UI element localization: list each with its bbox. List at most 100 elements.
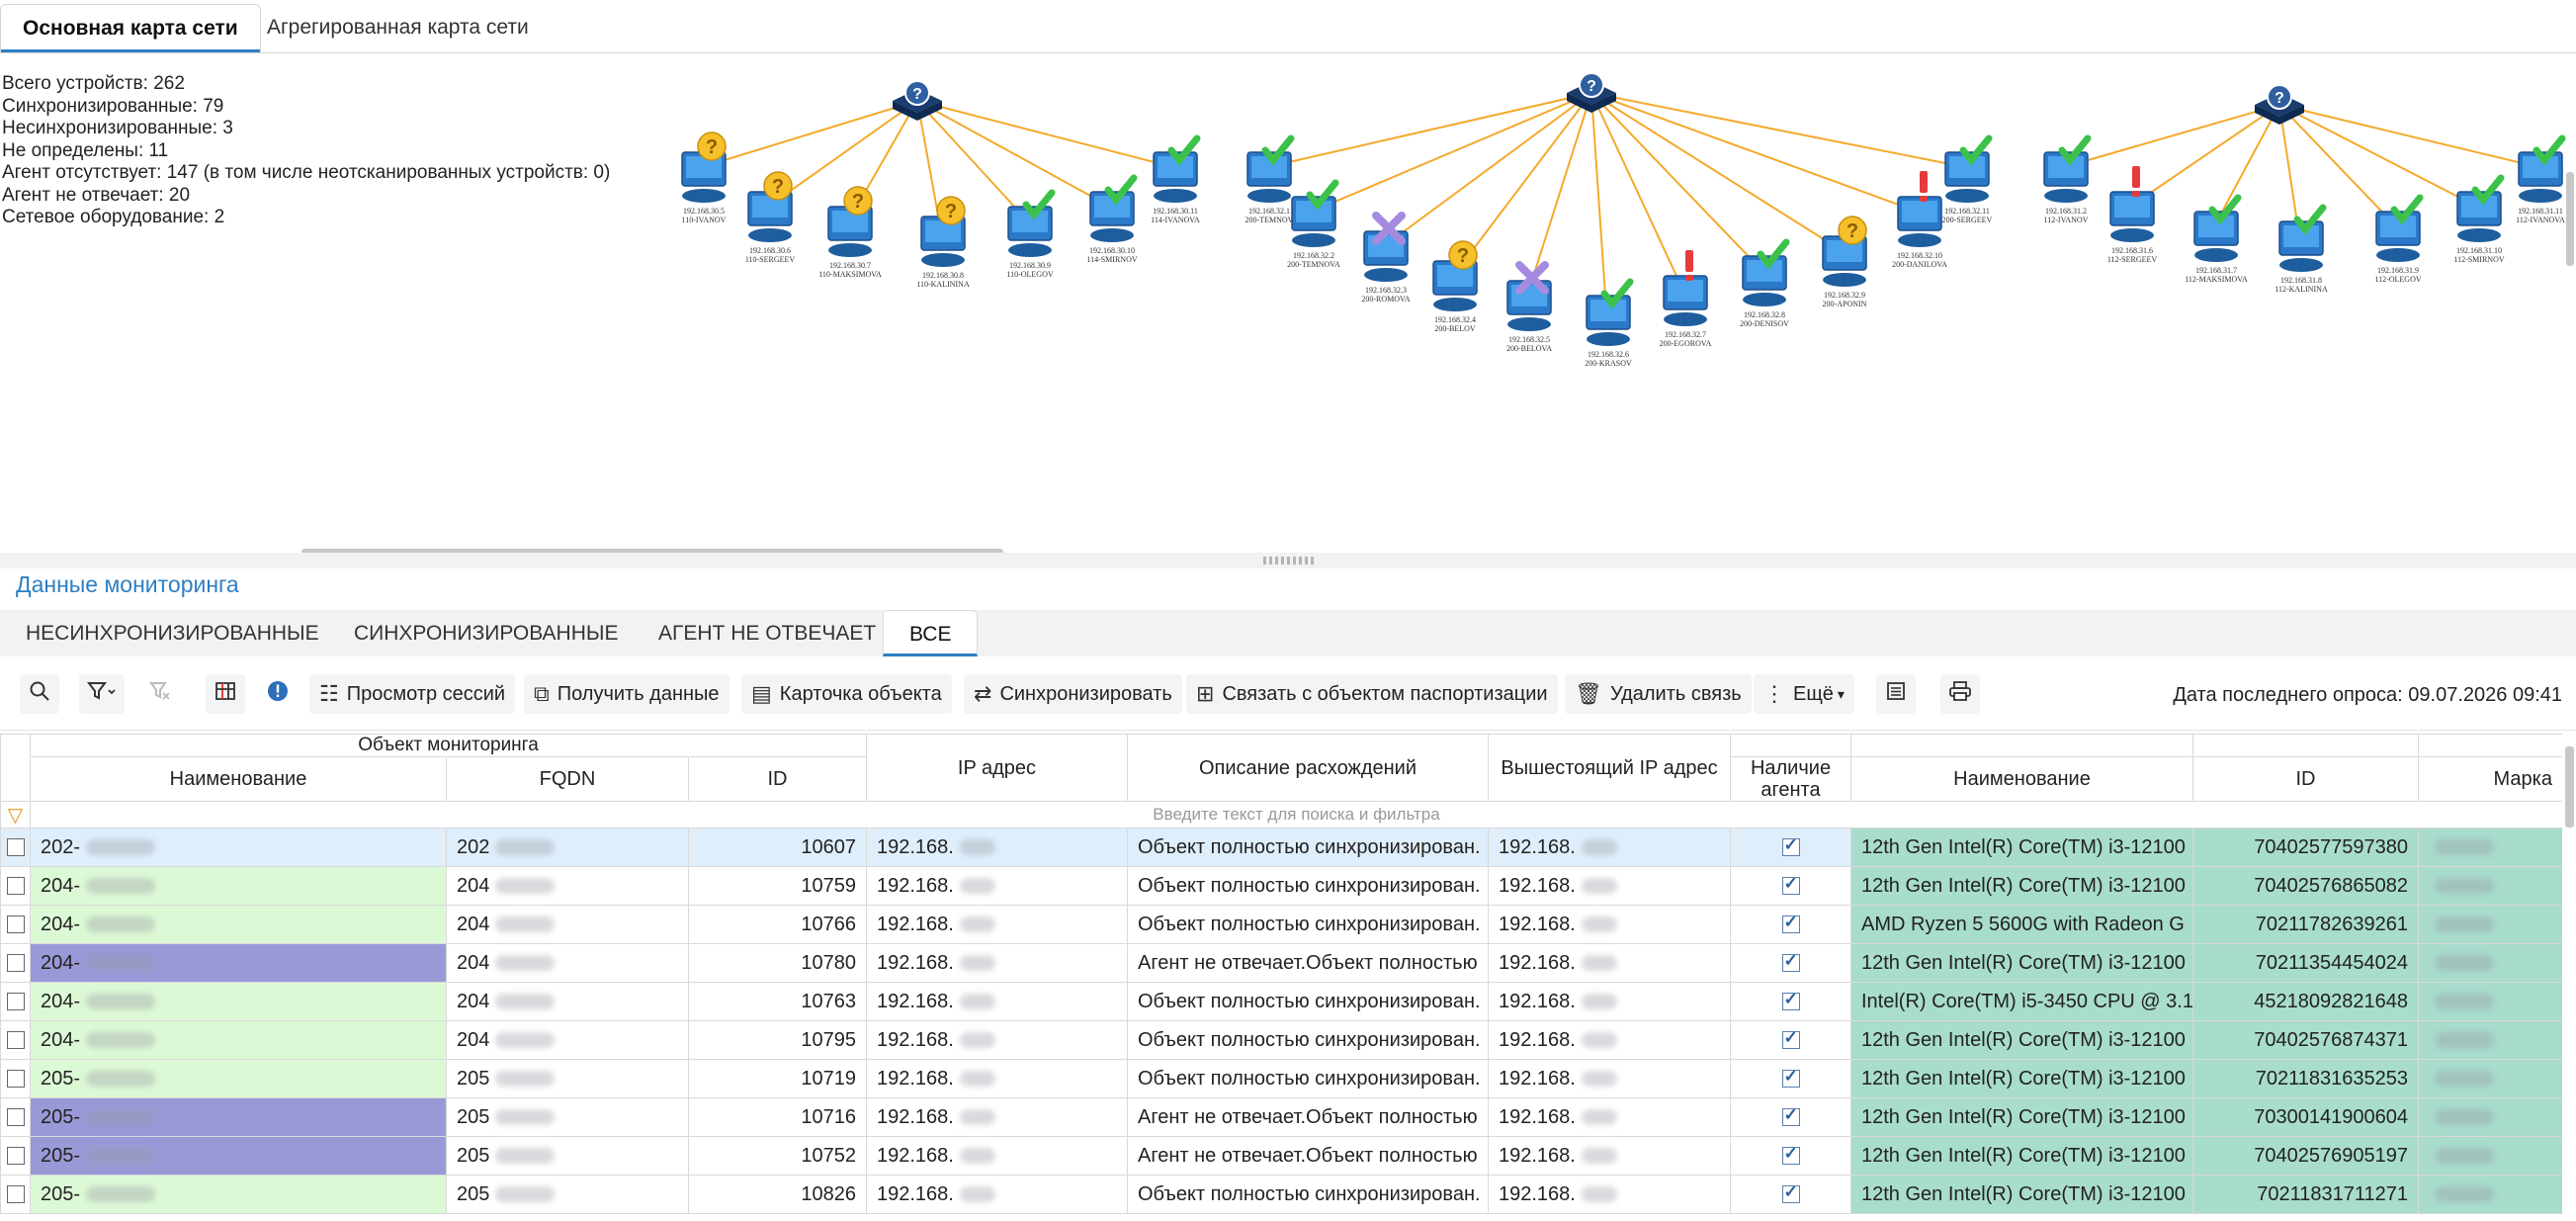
column-header-cpu-name[interactable]: Наименование — [1850, 756, 2193, 802]
node-ip-label: 192.168.32.3 — [1365, 286, 1407, 295]
computer-node[interactable]: 192.168.31.7112-MAKSIMOVA — [2185, 194, 2248, 284]
tab-all[interactable]: ВСЕ — [883, 610, 979, 656]
row-checkbox[interactable] — [6, 1070, 25, 1089]
computer-node[interactable]: ? 192.168.32.4200-BELOV — [1432, 240, 1478, 333]
table-row[interactable]: 205- 205 10752 192.168. Агент не отвечает.Об… — [0, 1136, 2562, 1176]
cell-brand — [2418, 828, 2562, 867]
computer-node[interactable]: ? 192.168.30.5110-IVANOV — [681, 131, 727, 224]
computer-node[interactable]: 192.168.31.10112-SMIRNOV — [2453, 174, 2505, 264]
computer-node[interactable]: 192.168.30.11114-IVANOVA — [1151, 134, 1201, 224]
column-header-upstream-ip[interactable]: Вышестоящий IP адрес — [1488, 756, 1731, 802]
row-checkbox[interactable] — [6, 1185, 25, 1204]
computer-node[interactable]: 192.168.31.2112-IVANOV — [2043, 134, 2092, 224]
computer-node[interactable]: 192.168.32.11200-SERGEEV — [1942, 134, 1993, 224]
table-row[interactable]: 204- 204 10759 192.168. Объект полностью син… — [0, 866, 2562, 906]
row-checkbox-cell[interactable] — [0, 1020, 31, 1060]
row-checkbox[interactable] — [6, 993, 25, 1011]
table-row[interactable]: 205- 205 10716 192.168. Агент не отвечает.Об… — [0, 1097, 2562, 1137]
cell-id: 10826 — [688, 1175, 867, 1214]
filter-row-icon: ▽ — [0, 801, 31, 829]
computer-node[interactable]: ? 192.168.30.6110-SERGEEV — [745, 171, 796, 264]
synchronize-button[interactable]: ⇄ Синхронизировать — [964, 674, 1182, 714]
computer-node[interactable]: 192.168.31.11112-IVANOVA — [2516, 134, 2566, 224]
computer-node[interactable]: 192.168.32.10200-DANILOVA — [1892, 171, 1947, 269]
tab-aggregated-network-map[interactable]: Агрегированная карта сети — [245, 4, 551, 53]
cell-agent — [1730, 943, 1851, 983]
row-checkbox[interactable] — [6, 838, 25, 857]
cell-fqdn: 204 — [446, 1020, 689, 1060]
list-view-button[interactable] — [1876, 674, 1916, 714]
column-header-brand[interactable]: Марка — [2418, 756, 2562, 802]
tab-main-network-map[interactable]: Основная карта сети — [0, 4, 261, 53]
row-checkbox-cell[interactable] — [0, 982, 31, 1021]
computer-node[interactable]: 192.168.32.6200-KRASOV — [1585, 278, 1634, 368]
table-row[interactable]: 204- 204 10763 192.168. Объект полностью син… — [0, 982, 2562, 1021]
row-checkbox[interactable] — [6, 1147, 25, 1166]
column-header-name[interactable]: Наименование — [30, 756, 447, 802]
row-checkbox[interactable] — [6, 1031, 25, 1050]
row-checkbox-cell[interactable] — [0, 1175, 31, 1214]
computer-node[interactable]: ? 192.168.30.8110-KALININA — [916, 196, 970, 289]
column-header-ip[interactable]: IP адрес — [866, 756, 1128, 802]
computer-node[interactable]: 192.168.31.6112-SERGEEV — [2107, 166, 2158, 264]
row-checkbox-cell[interactable] — [0, 905, 31, 944]
clear-filter-button[interactable] — [140, 674, 180, 714]
object-card-button[interactable]: ▤ Карточка объекта — [741, 674, 952, 714]
row-checkbox[interactable] — [6, 916, 25, 934]
link-object-button[interactable]: ⊞ Связать с объектом паспортизации — [1186, 674, 1558, 714]
column-header-agent[interactable]: Наличие агента — [1730, 756, 1851, 802]
row-checkbox-cell[interactable] — [0, 1136, 31, 1176]
info-button[interactable] — [258, 674, 298, 714]
column-header-fqdn[interactable]: FQDN — [446, 756, 689, 802]
computer-node[interactable]: 192.168.30.10114-SMIRNOV — [1086, 174, 1138, 264]
table-row[interactable]: 205- 205 10826 192.168. Объект полностью син… — [0, 1175, 2562, 1214]
row-checkbox-cell[interactable] — [0, 1097, 31, 1137]
node-ip-label: 192.168.32.11 — [1944, 207, 1990, 216]
cell-discrepancy: Агент не отвечает.Объект полностью — [1127, 1136, 1489, 1176]
print-button[interactable] — [1940, 674, 1980, 714]
row-checkbox-cell[interactable] — [0, 828, 31, 867]
filter-button[interactable] — [79, 674, 125, 714]
computer-node[interactable]: ? 192.168.30.7110-MAKSIMOVA — [818, 186, 882, 279]
computer-node[interactable]: 192.168.31.8112-KALININA — [2275, 204, 2328, 294]
remove-link-button[interactable]: 🗑 Удалить связь — [1565, 674, 1752, 714]
row-checkbox[interactable] — [6, 1108, 25, 1127]
row-checkbox[interactable] — [6, 954, 25, 973]
column-header-discrepancy[interactable]: Описание расхождений — [1127, 756, 1489, 802]
node-ip-label: 192.168.32.7 — [1665, 330, 1706, 339]
table-row[interactable]: 204- 204 10795 192.168. Объект полностью син… — [0, 1020, 2562, 1060]
filter-input[interactable]: Введите текст для поиска и фильтра — [30, 801, 2562, 829]
tab-synced[interactable]: СИНХРОНИЗИРОВАННЫЕ — [328, 610, 644, 656]
agent-checkbox — [1781, 1144, 1800, 1166]
column-header-cpu-id[interactable]: ID — [2192, 756, 2419, 802]
column-header-id[interactable]: ID — [688, 756, 867, 802]
computer-node[interactable]: 192.168.32.5200-BELOVA — [1506, 261, 1552, 353]
computer-node[interactable]: 192.168.32.3200-ROMOVA — [1361, 212, 1411, 304]
panel-splitter[interactable] — [0, 553, 2576, 568]
computer-node[interactable]: 192.168.32.7200-EGOROVA — [1660, 250, 1712, 348]
node-ip-label: 192.168.30.8 — [922, 271, 964, 280]
tab-agent-not-responding[interactable]: АГЕНТ НЕ ОТВЕЧАЕТ — [633, 610, 902, 656]
computer-node[interactable]: ? 192.168.32.9200-APONIN — [1822, 216, 1867, 308]
computer-node[interactable]: 192.168.32.2200-TEMNOVA — [1287, 179, 1340, 269]
tab-unsynced[interactable]: НЕСИНХРОНИЗИРОВАННЫЕ — [0, 610, 345, 656]
switch-node[interactable]: ? — [893, 80, 942, 121]
row-checkbox-cell[interactable] — [0, 943, 31, 983]
table-row[interactable]: 202- 202 10607 192.168. Объект полностью син… — [0, 828, 2562, 867]
table-row[interactable]: 204- 204 10780 192.168. Агент не отвечает.Об… — [0, 943, 2562, 983]
search-button[interactable] — [20, 674, 59, 714]
computer-node[interactable]: 192.168.32.1200-TEMNOV — [1245, 134, 1295, 224]
row-checkbox[interactable] — [6, 877, 25, 896]
row-checkbox-cell[interactable] — [0, 866, 31, 906]
view-sessions-button[interactable]: ☷ Просмотр сессий — [309, 674, 516, 714]
switch-node[interactable]: ? — [2255, 84, 2304, 125]
grid-vertical-scrollbar[interactable] — [2565, 746, 2574, 828]
more-button[interactable]: ⋮ Ещё ▾ — [1754, 674, 1854, 714]
columns-button[interactable] — [206, 674, 245, 714]
map-vertical-scrollbar[interactable] — [2566, 172, 2574, 266]
network-map-canvas[interactable]: ? ?192.168.30.5110-IVANOV ?192.168.30.6110… — [0, 53, 2576, 553]
table-row[interactable]: 205- 205 10719 192.168. Объект полностью син… — [0, 1059, 2562, 1098]
get-data-button[interactable]: ⧉ Получить данные — [524, 674, 730, 714]
table-row[interactable]: 204- 204 10766 192.168. Объект полностью син… — [0, 905, 2562, 944]
row-checkbox-cell[interactable] — [0, 1059, 31, 1098]
